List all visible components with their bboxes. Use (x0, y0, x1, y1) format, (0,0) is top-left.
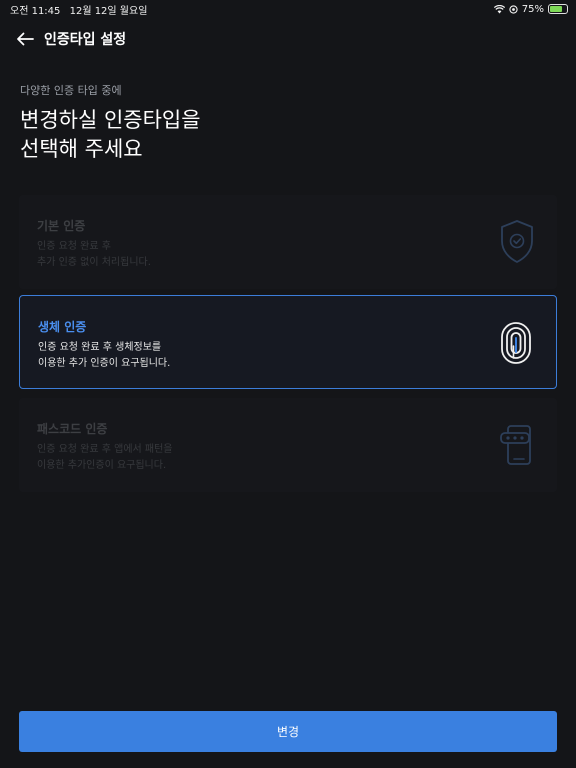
phone-passcode-icon (500, 425, 531, 465)
option-desc-line1: 인증 요청 완료 후 (37, 241, 111, 252)
status-right: 75% (493, 3, 568, 15)
back-button[interactable] (14, 28, 36, 50)
intro-title-line2: 선택해 주세요 (20, 137, 143, 161)
page-title: 인증타입 설정 (44, 32, 127, 48)
option-desc-line1: 인증 요청 완료 후 생체정보를 (38, 342, 162, 353)
intro-title: 변경하실 인증타입을 선택해 주세요 (20, 106, 201, 164)
header: 인증타입 설정 (0, 24, 576, 54)
battery-percent: 75% (521, 3, 544, 15)
option-desc-line2: 이용한 추가인증이 요구됩니다. (37, 460, 167, 471)
status-left: 오전 11:45 12월 12일 월요일 (10, 2, 153, 17)
battery-fill (550, 6, 562, 12)
option-title: 기본 인증 (37, 219, 86, 233)
shield-check-icon (501, 220, 533, 263)
location-lock-icon (509, 4, 518, 14)
option-desc-line2: 추가 인증 없이 처리됩니다. (37, 257, 151, 268)
status-bar: 오전 11:45 12월 12일 월요일 75% (0, 0, 576, 18)
option-description: 인증 요청 완료 후 추가 인증 없이 처리됩니다. (37, 239, 151, 271)
option-desc-line2: 이용한 추가 인증이 요구됩니다. (38, 358, 171, 369)
option-title: 생체 인증 (38, 320, 87, 334)
option-description: 인증 요청 완료 후 앱에서 패턴을 이용한 추가인증이 요구됩니다. (37, 442, 173, 474)
wifi-icon (493, 4, 505, 13)
change-button[interactable]: 변경 (19, 711, 557, 752)
arrow-left-icon (17, 32, 34, 46)
auth-type-settings-screen: 오전 11:45 12월 12일 월요일 75% 인증타입 설정 다양한 인증 … (0, 0, 576, 768)
intro-title-line1: 변경하실 인증타입을 (20, 108, 201, 132)
option-description: 인증 요청 완료 후 생체정보를 이용한 추가 인증이 요구됩니다. (38, 340, 170, 372)
option-passcode-auth[interactable]: 패스코드 인증 인증 요청 완료 후 앱에서 패턴을 이용한 추가인증이 요구됩… (19, 398, 557, 492)
option-basic-auth[interactable]: 기본 인증 인증 요청 완료 후 추가 인증 없이 처리됩니다. (19, 195, 557, 289)
option-desc-line1: 인증 요청 완료 후 앱에서 패턴을 (37, 444, 173, 455)
intro-subtitle: 다양한 인증 타입 중에 (20, 84, 122, 97)
status-date: 12월 12일 월요일 (69, 5, 148, 17)
option-title: 패스코드 인증 (37, 422, 108, 436)
option-biometric-auth[interactable]: 생체 인증 인증 요청 완료 후 생체정보를 이용한 추가 인증이 요구됩니다. (19, 295, 557, 389)
battery-icon (548, 4, 568, 14)
status-time: 오전 11:45 (10, 5, 61, 17)
fingerprint-icon (501, 322, 531, 364)
